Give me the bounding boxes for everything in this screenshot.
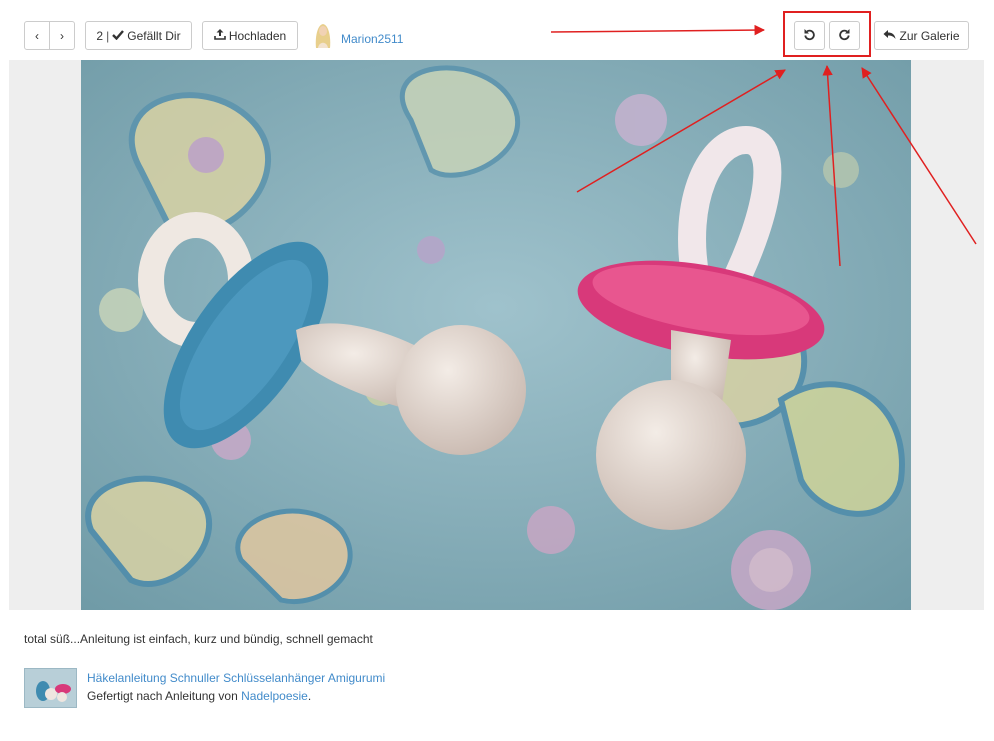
- like-label: Gefällt Dir: [127, 28, 181, 43]
- gallery-label: Zur Galerie: [899, 28, 960, 43]
- pattern-credit: Gefertigt nach Anleitung von Nadelpoesie…: [87, 689, 311, 703]
- next-button[interactable]: ›: [49, 21, 75, 50]
- reply-icon: [883, 29, 896, 43]
- comment-text: total süß...Anleitung ist einfach, kurz …: [24, 632, 373, 646]
- prev-button[interactable]: ‹: [24, 21, 50, 50]
- username-link[interactable]: Marion2511: [341, 32, 403, 46]
- pattern-credit-suffix: .: [307, 689, 312, 703]
- upload-button[interactable]: Hochladen: [202, 21, 298, 50]
- like-button[interactable]: 2 | Gefällt Dir: [85, 21, 192, 50]
- gallery-photo[interactable]: [81, 60, 911, 610]
- avatar[interactable]: [313, 20, 333, 48]
- check-icon: [112, 29, 125, 43]
- chevron-right-icon: ›: [60, 28, 64, 43]
- rotate-right-button[interactable]: [829, 21, 860, 50]
- pattern-credit-prefix: Gefertigt nach Anleitung von: [87, 689, 238, 703]
- like-separator: |: [106, 28, 110, 43]
- upload-label: Hochladen: [228, 28, 287, 43]
- rotate-right-icon: [838, 28, 851, 44]
- rotate-left-icon: [803, 28, 816, 44]
- pattern-author-link[interactable]: Nadelpoesie: [241, 689, 308, 703]
- gallery-button[interactable]: Zur Galerie: [874, 21, 969, 50]
- pattern-thumbnail[interactable]: [24, 668, 77, 708]
- pattern-title-link[interactable]: Häkelanleitung Schnuller Schlüsselanhäng…: [87, 671, 385, 685]
- upload-icon: [214, 28, 226, 43]
- like-count: 2: [96, 28, 104, 43]
- chevron-left-icon: ‹: [35, 28, 39, 43]
- rotate-left-button[interactable]: [794, 21, 825, 50]
